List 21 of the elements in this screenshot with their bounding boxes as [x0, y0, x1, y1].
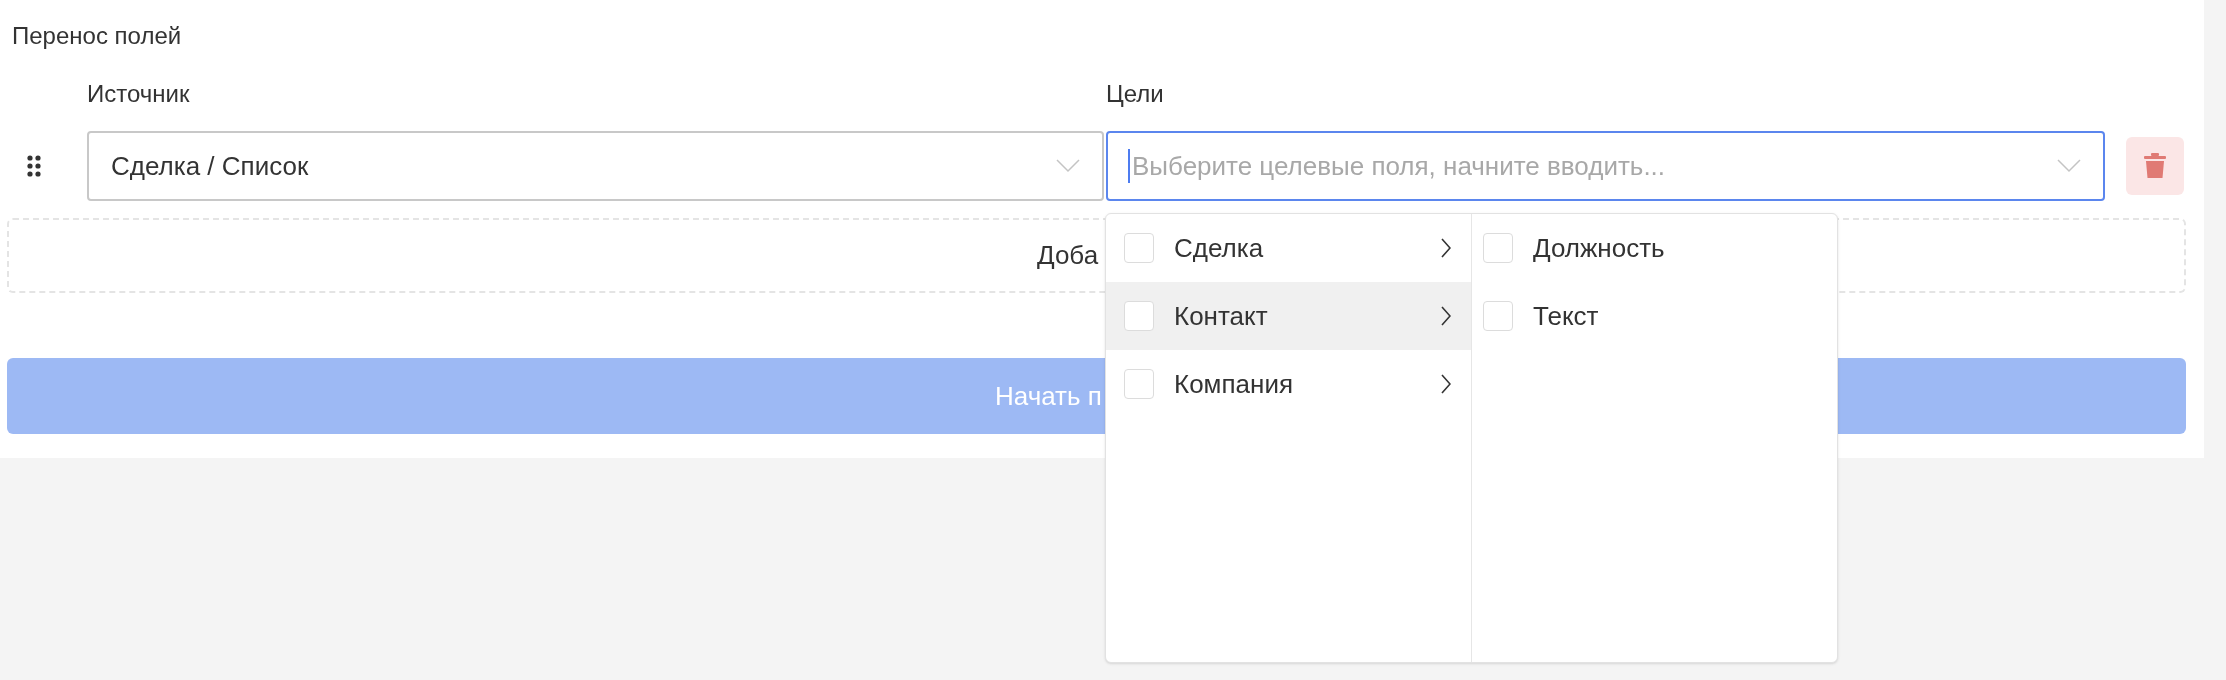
chevron-down-icon: [1056, 159, 1080, 173]
text-cursor: [1128, 149, 1130, 183]
checkbox[interactable]: [1483, 301, 1513, 331]
targets-select[interactable]: Выберите целевые поля, начните вводить...: [1106, 131, 2105, 201]
checkbox[interactable]: [1124, 369, 1154, 399]
chevron-right-icon: [1441, 374, 1451, 394]
chevron-right-icon: [1441, 306, 1451, 326]
checkbox[interactable]: [1483, 233, 1513, 263]
chevron-right-icon: [1441, 238, 1451, 258]
field-label: Цели: [1106, 79, 1164, 109]
field-label: Источник: [87, 79, 191, 109]
menu-item[interactable]: Контакт: [1106, 282, 1471, 350]
drag-handle-icon[interactable]: [25, 154, 42, 178]
source-select[interactable]: Сделка / Список: [87, 131, 1104, 201]
checkbox[interactable]: [1124, 233, 1154, 263]
targets-input[interactable]: Выберите целевые поля, начните вводить...: [1132, 146, 1932, 186]
section-title: Перенос полей: [11, 21, 183, 51]
checkbox[interactable]: [1124, 301, 1154, 331]
trash-icon: [2144, 153, 2166, 179]
chevron-down-icon: [2057, 159, 2081, 173]
delete-button[interactable]: [2126, 137, 2184, 195]
